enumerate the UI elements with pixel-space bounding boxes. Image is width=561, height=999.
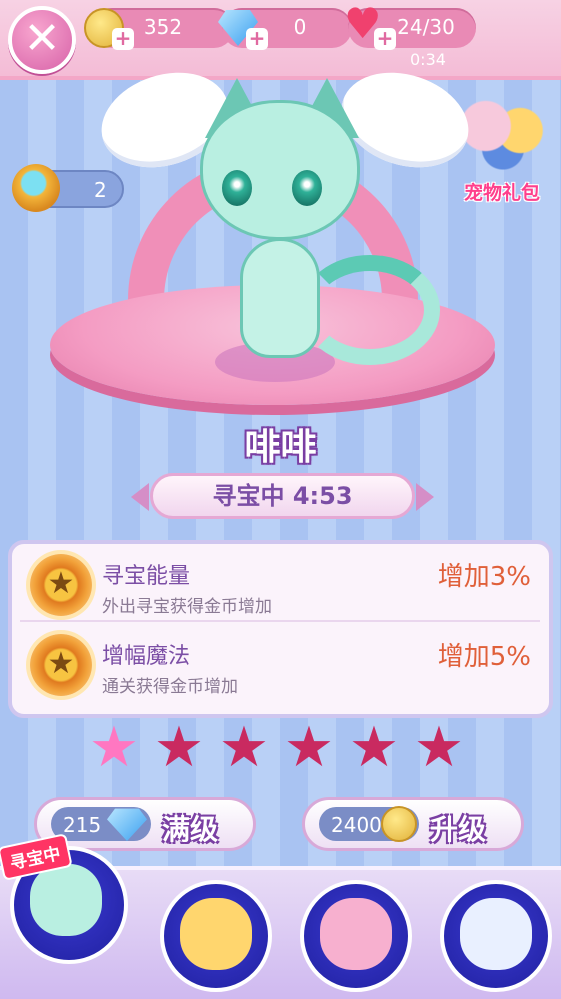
pet-head[interactable]	[200, 100, 360, 240]
pet-slot-blue-cat[interactable]	[440, 880, 552, 992]
pet-left-eye	[222, 170, 252, 206]
pet-gift-pack-button[interactable]: 宠物礼包	[452, 70, 552, 210]
skill-value: 增加5%	[437, 642, 531, 672]
pet-tail	[300, 255, 440, 365]
star-rating: ★ ★ ★ ★ ★ ★	[86, 720, 486, 780]
star-glyph: ★	[47, 646, 75, 681]
max-level-cost: 215	[63, 813, 102, 837]
skill-desc: 外出寻宝获得金币增加	[102, 597, 272, 617]
skill-title: 寻宝能量	[102, 564, 191, 589]
add-hearts-button[interactable]: +	[374, 28, 396, 50]
key-count: 2	[94, 178, 107, 202]
upgrade-label: 升级	[430, 813, 487, 846]
skill-star-icon: ★	[30, 554, 92, 616]
pet-body	[240, 238, 320, 358]
add-coins-button[interactable]: +	[112, 28, 134, 50]
blue-cat-pet-avatar	[460, 898, 532, 970]
bunny-pet-avatar	[320, 898, 392, 970]
close-button[interactable]: ✕	[8, 6, 76, 74]
lion-pet-avatar	[180, 898, 252, 970]
star-icon: ★	[348, 715, 400, 780]
pet-slot-lion[interactable]	[160, 880, 272, 992]
pet-status-bar: 寻宝中 4:53	[131, 473, 434, 519]
skill-row: ★ 增幅魔法 通关获得金币增加 增加5%	[12, 624, 549, 704]
pet-right-eye	[292, 170, 322, 206]
skill-panel: ★ 寻宝能量 外出寻宝获得金币增加 增加3% ★ 增幅魔法 通关获得金币增加 增…	[8, 540, 553, 718]
coin-icon	[381, 806, 417, 842]
pet-slot-bunny[interactable]	[300, 880, 412, 992]
upgrade-button[interactable]: 2400 升级	[302, 797, 524, 851]
max-level-label: 满级	[162, 813, 219, 846]
skill-star-icon: ★	[30, 634, 92, 696]
star-icon: ★	[413, 715, 465, 780]
skill-title: 增幅魔法	[102, 644, 191, 669]
pet-name: 啡啡	[244, 427, 317, 468]
star-icon: ★	[88, 715, 140, 780]
skill-row: ★ 寻宝能量 外出寻宝获得金币增加 增加3%	[12, 544, 549, 624]
skill-value: 增加3%	[437, 562, 531, 592]
star-icon: ★	[153, 715, 205, 780]
gift-pets-icon	[460, 90, 546, 180]
key-badge: 2	[12, 164, 124, 212]
add-gems-button[interactable]: +	[246, 28, 268, 50]
heart-refill-timer: 0:34	[410, 50, 446, 69]
star-icon: ★	[218, 715, 270, 780]
gift-pack-label: 宠物礼包	[463, 182, 540, 204]
star-glyph: ★	[47, 566, 75, 601]
upgrade-cost: 2400	[331, 813, 382, 837]
key-icon	[12, 164, 60, 212]
skill-desc: 通关获得金币增加	[102, 677, 238, 697]
skill-divider	[20, 620, 540, 622]
star-icon: ★	[283, 715, 335, 780]
